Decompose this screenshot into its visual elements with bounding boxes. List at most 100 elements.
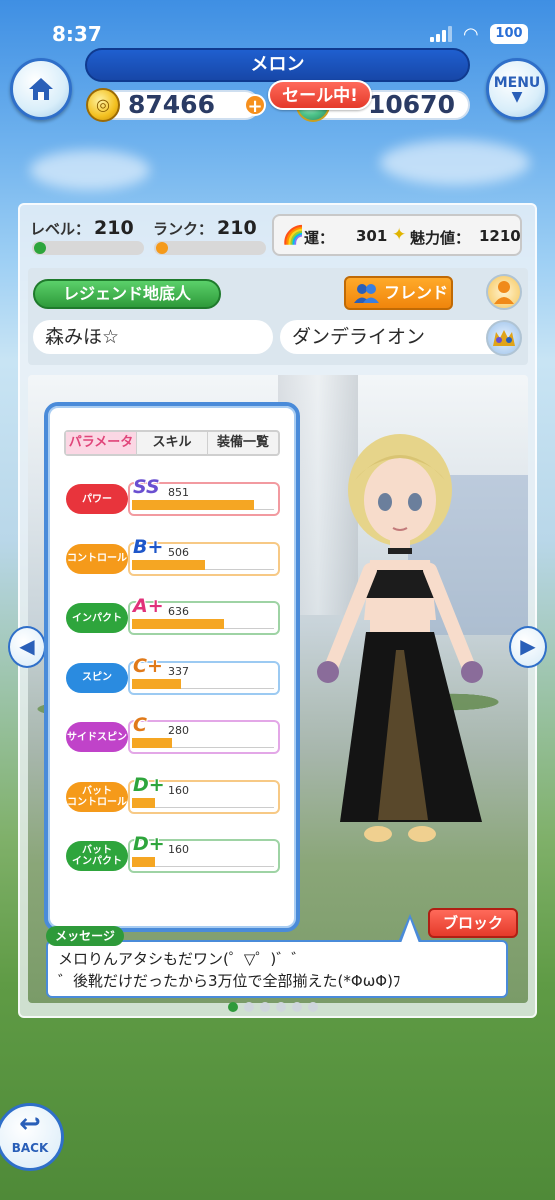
param-value-box: SS 851 xyxy=(128,476,280,516)
param-row: インパクト A+ 636 xyxy=(66,595,280,637)
param-bar-fill xyxy=(132,678,181,689)
rank-label: ランク： 210 xyxy=(153,217,257,239)
param-label: コントロール xyxy=(66,543,128,574)
param-grade: SS xyxy=(133,476,160,498)
status-time: 8:37 xyxy=(52,22,102,46)
param-value-box: D+ 160 xyxy=(128,774,280,814)
page-dot[interactable] xyxy=(228,1002,238,1012)
param-row: スピン C+ 337 xyxy=(66,655,280,697)
prev-arrow-button[interactable]: ◀ xyxy=(8,626,46,668)
param-row: パワー SS 851 xyxy=(66,476,280,518)
cloud xyxy=(30,150,150,190)
charm-label: 魅力値： xyxy=(410,229,471,247)
param-label: スピン xyxy=(66,662,128,693)
charm-value: 1210 xyxy=(479,227,521,245)
rank-progress-bar xyxy=(154,241,266,255)
home-icon xyxy=(29,78,53,100)
friends-icon xyxy=(354,284,379,303)
wifi-icon: ◠ xyxy=(463,24,479,45)
param-row: コントロール B+ 506 xyxy=(66,536,280,578)
chevron-down-icon: ▼ xyxy=(511,89,523,105)
param-grade: B+ xyxy=(133,535,164,558)
param-value-box: B+ 506 xyxy=(128,536,280,576)
page-indicator xyxy=(228,1002,318,1012)
player-name: 森みほ☆ xyxy=(33,320,273,354)
message-box: メロりんアタシもだワン(゜▽゜)゛゛ ゛後靴だけだったから3万位で全部揃えた(*… xyxy=(46,940,508,998)
message-line: ゛後靴だけだったから3万位で全部揃えた(*ΦωΦ)ﾌ xyxy=(58,972,401,990)
status-bar: 8:37 ◠ 100 xyxy=(0,0,555,50)
guild-emblem-icon[interactable] xyxy=(486,320,522,356)
param-bar-fill xyxy=(132,738,172,748)
add-coins-button[interactable]: + xyxy=(244,94,266,117)
param-tabs: パラメータ スキル 装備一覧 xyxy=(64,430,280,456)
luck-charm-box: 🌈 運： 301 ✦ 魅力値： 1210 xyxy=(272,214,522,256)
param-row: サイドスピン C 280 xyxy=(66,714,280,756)
param-bar-fill xyxy=(132,797,155,808)
cloud xyxy=(380,140,530,185)
luck-value: 301 xyxy=(356,227,388,245)
guild-name[interactable]: ダンデライオン xyxy=(280,320,520,354)
param-grade: A+ xyxy=(133,595,164,617)
param-value: 160 xyxy=(168,783,189,797)
tab-parameters[interactable]: パラメータ xyxy=(66,432,137,454)
coin-count: 87466 xyxy=(128,90,215,119)
chevron-right-icon: ▶ xyxy=(520,634,536,658)
page-title: メロン xyxy=(85,48,470,82)
page-dot[interactable] xyxy=(292,1002,302,1012)
page-dot[interactable] xyxy=(244,1002,254,1012)
back-arrow-icon: ↩ xyxy=(19,1109,41,1139)
sparkle-icon: ✦ xyxy=(392,225,407,245)
title-badge: レジェンド地底人 xyxy=(33,279,221,309)
param-value: 851 xyxy=(168,486,189,499)
param-value-box: C+ 337 xyxy=(128,655,280,695)
back-label: BACK xyxy=(11,1141,49,1155)
signal-icon xyxy=(430,26,456,42)
param-value: 160 xyxy=(168,843,189,856)
character-avatar[interactable] xyxy=(300,420,500,860)
rank-progress-fill xyxy=(156,242,168,254)
param-label: バット インパクト xyxy=(66,841,128,871)
page-dot[interactable] xyxy=(260,1002,270,1012)
param-grade: D+ xyxy=(133,773,165,796)
param-grade: C xyxy=(133,714,147,736)
param-row: バット インパクト D+ 160 xyxy=(66,833,280,875)
chevron-left-icon: ◀ xyxy=(19,634,35,658)
battery-icon: 100 xyxy=(490,24,528,44)
message-label: メッセージ xyxy=(46,926,124,946)
gem-count: 10670 xyxy=(368,90,455,119)
speech-bubble-tail-inner xyxy=(401,919,419,943)
param-value-box: A+ 636 xyxy=(128,595,280,635)
param-value: 337 xyxy=(168,664,189,678)
param-value: 506 xyxy=(168,545,189,559)
level-progress-bar xyxy=(32,241,144,255)
back-button[interactable]: ↩ BACK xyxy=(0,1103,64,1171)
tab-skills[interactable]: スキル xyxy=(137,432,208,454)
param-value-box: D+ 160 xyxy=(128,833,280,873)
coin-icon: ◎ xyxy=(86,88,120,122)
player-avatar-icon[interactable] xyxy=(486,274,522,310)
rainbow-icon: 🌈 xyxy=(282,225,305,246)
page-dot[interactable] xyxy=(308,1002,318,1012)
page-dot[interactable] xyxy=(276,1002,286,1012)
param-label: サイドスピン xyxy=(66,722,128,752)
home-button[interactable] xyxy=(10,58,72,120)
menu-button[interactable]: MENU ▼ xyxy=(486,58,548,120)
param-label: パワー xyxy=(66,484,128,514)
block-button[interactable]: ブロック xyxy=(428,908,518,938)
param-grade: D+ xyxy=(133,833,165,855)
param-value: 636 xyxy=(168,605,189,618)
sale-badge[interactable]: セール中! xyxy=(268,80,372,110)
level-progress-fill xyxy=(34,242,46,254)
param-value: 280 xyxy=(168,724,189,737)
param-label: インパクト xyxy=(66,603,128,633)
param-value-box: C 280 xyxy=(128,714,280,754)
param-bar-fill xyxy=(132,619,224,629)
param-bar-fill xyxy=(132,500,254,510)
message-line: メロりんアタシもだワン(゜▽゜)゛゛ xyxy=(58,950,307,968)
param-label: バット コントロール xyxy=(66,781,128,812)
level-label: レベル： 210 xyxy=(30,217,134,239)
next-arrow-button[interactable]: ▶ xyxy=(509,626,547,668)
luck-label: 運： xyxy=(304,229,335,247)
param-row: バット コントロール D+ 160 xyxy=(66,774,280,816)
tab-equipment[interactable]: 装備一覧 xyxy=(208,432,278,454)
